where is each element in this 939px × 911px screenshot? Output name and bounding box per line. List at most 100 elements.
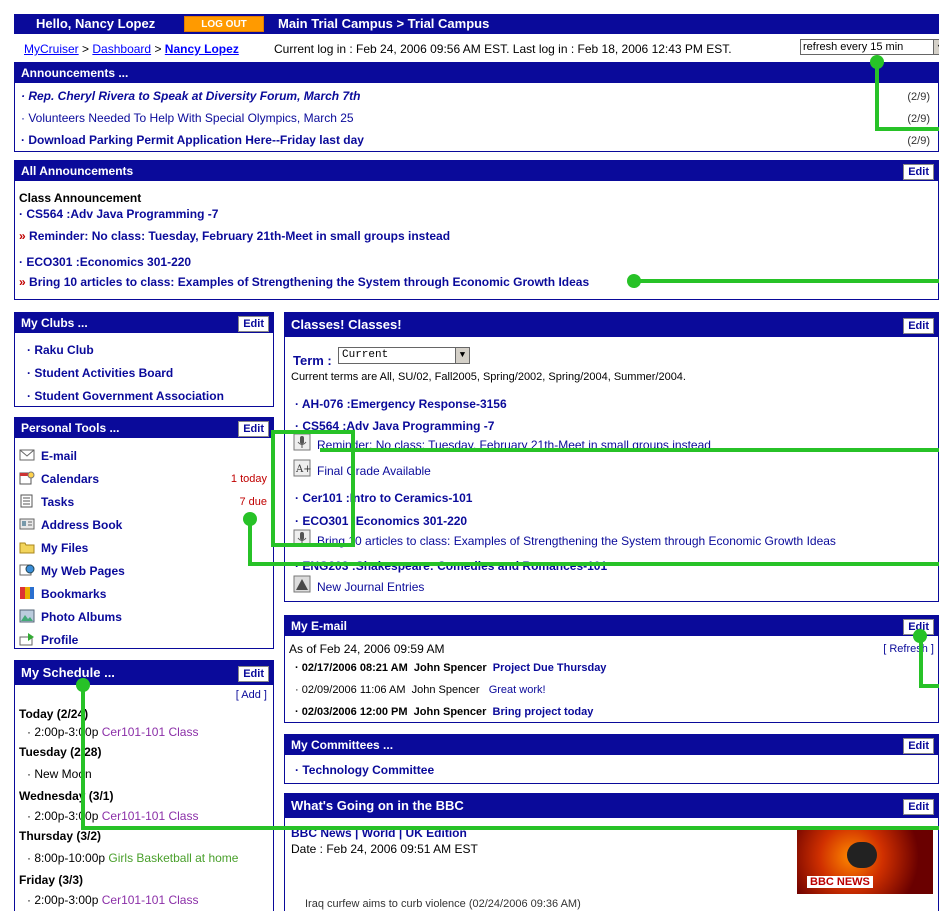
edit-button[interactable]: Edit [238, 421, 269, 437]
tool-label: Tasks [41, 495, 75, 509]
breadcrumb-dashboard[interactable]: Dashboard [92, 42, 151, 56]
class-link[interactable]: AH-076 :Emergency Response-3156 [302, 397, 507, 411]
announcement-class[interactable]: · ECO301 :Economics 301-220 [19, 255, 191, 269]
email-row[interactable]: · 02/09/2006 11:06 AM John Spencer Great… [295, 684, 546, 696]
chevron-right-icon: » [19, 229, 26, 243]
personal-tools-title: Personal Tools ... [21, 421, 120, 435]
schedule-event[interactable]: · 2:00p-3:00p Cer101-101 Class [27, 893, 198, 907]
tool-bookmarks[interactable]: Bookmarks [19, 586, 106, 601]
schedule-title: My Schedule ... [21, 665, 115, 680]
edit-button[interactable]: Edit [903, 738, 934, 754]
message-link[interactable]: Bring 10 articles to class: Examples of … [29, 275, 589, 289]
journal-link[interactable]: New Journal Entries [317, 580, 424, 594]
club-link[interactable]: Student Activities Board [34, 366, 173, 380]
chevron-down-icon[interactable]: ▼ [455, 348, 469, 363]
microphone-icon [293, 433, 311, 451]
clubs-panel: My Clubs ... Edit · Raku Club · Student A… [14, 312, 274, 407]
class-announcement[interactable]: Bring 10 articles to class: Examples of … [293, 529, 836, 548]
announcements-title: Announcements ... [21, 66, 129, 80]
club-item[interactable]: · Raku Club [27, 343, 94, 357]
grade-link[interactable]: Final Grade Available [317, 464, 431, 478]
club-item[interactable]: · Student Government Association [27, 389, 224, 403]
announcement-item[interactable]: · Download Parking Permit Application He… [21, 133, 364, 147]
photo-album-icon [19, 609, 35, 623]
breadcrumb-separator: > [154, 42, 162, 56]
final-grade[interactable]: A+ Final Grade Available [293, 459, 431, 478]
schedule-event[interactable]: · 2:00p-3:00p Cer101-101 Class [27, 725, 198, 739]
event-link[interactable]: Cer101-101 Class [102, 809, 199, 823]
announcement-link[interactable]: Volunteers Needed To Help With Special O… [28, 111, 353, 125]
committee-item[interactable]: · Technology Committee [295, 763, 434, 777]
class-link[interactable]: ECO301 :Economics 301-220 [302, 514, 467, 528]
edit-button[interactable]: Edit [903, 318, 934, 334]
announcement-item[interactable]: · Rep. Cheryl Rivera to Speak at Diversi… [21, 89, 360, 103]
event-time: 2:00p-3:00p [34, 893, 99, 907]
bbc-news-item[interactable]: Iraq curfew aims to curb violence (02/24… [305, 898, 581, 910]
profile-icon [19, 633, 34, 646]
announcement-message[interactable]: » Reminder: No class: Tuesday, February … [19, 229, 450, 243]
event-link[interactable]: Girls Basketball at home [108, 851, 238, 865]
tool-address-book[interactable]: Address Book [19, 517, 122, 532]
email-refresh-link[interactable]: [ Refresh ] [883, 643, 934, 655]
tool-web-pages[interactable]: My Web Pages [19, 563, 125, 578]
event-link[interactable]: Cer101-101 Class [102, 893, 199, 907]
email-subject[interactable]: Great work! [489, 684, 546, 696]
club-link[interactable]: Student Government Association [34, 389, 224, 403]
announcement-item[interactable]: · Volunteers Needed To Help With Special… [21, 111, 354, 125]
annotation-line [919, 684, 939, 688]
class-item[interactable]: · AH-076 :Emergency Response-3156 [295, 397, 507, 411]
tool-profile[interactable]: Profile [19, 632, 78, 647]
class-announcement-heading: Class Announcement [19, 191, 142, 205]
chevron-down-icon[interactable]: ▼ [933, 40, 939, 54]
announcement-class[interactable]: · CS564 :Adv Java Programming -7 [19, 207, 218, 221]
tool-calendars[interactable]: Calendars [19, 471, 99, 486]
event-time: 2:00p-3:00p [34, 725, 99, 739]
breadcrumb-mycruiser[interactable]: MyCruiser [24, 42, 79, 56]
clubs-title: My Clubs ... [21, 316, 88, 330]
email-row[interactable]: · 02/17/2006 08:21 AM John Spencer Proje… [295, 662, 606, 674]
edit-button[interactable]: Edit [238, 316, 269, 332]
term-select[interactable]: Current ▼ [338, 347, 470, 364]
breadcrumb-current[interactable]: Nancy Lopez [165, 42, 239, 56]
edit-button[interactable]: Edit [903, 164, 934, 180]
announcement-link[interactable]: Bring 10 articles to class: Examples of … [317, 534, 836, 548]
email-header: My E-mail Edit [285, 616, 938, 636]
class-link[interactable]: ECO301 :Economics 301-220 [26, 255, 191, 269]
event-link[interactable]: Cer101-101 Class [102, 725, 199, 739]
folder-icon [19, 542, 35, 554]
announcement-link[interactable]: Download Parking Permit Application Here… [28, 133, 364, 147]
edit-button[interactable]: Edit [238, 666, 269, 682]
class-item[interactable]: · ECO301 :Economics 301-220 [295, 514, 467, 528]
term-value: Current [342, 349, 389, 361]
email-subject[interactable]: Project Due Thursday [493, 662, 607, 674]
announcement-message[interactable]: » Bring 10 articles to class: Examples o… [19, 275, 589, 289]
class-item[interactable]: · Cer101 :Intro to Ceramics-101 [295, 491, 472, 505]
club-link[interactable]: Raku Club [34, 343, 93, 357]
tool-tasks[interactable]: Tasks [19, 494, 74, 509]
annotation-line [248, 562, 939, 566]
logout-button[interactable]: LOG OUT [184, 16, 264, 32]
schedule-event[interactable]: · 8:00p-10:00p Girls Basketball at home [27, 851, 238, 865]
class-link[interactable]: Cer101 :Intro to Ceramics-101 [302, 491, 472, 505]
committees-header: My Committees ... Edit [285, 735, 938, 755]
journal-entries[interactable]: New Journal Entries [293, 575, 424, 594]
annotation-line [81, 684, 85, 829]
committee-link[interactable]: Technology Committee [302, 763, 434, 777]
tool-photo-albums[interactable]: Photo Albums [19, 609, 122, 624]
email-from: John Spencer [413, 662, 487, 674]
announcement-link[interactable]: Rep. Cheryl Rivera to Speak at Diversity… [28, 89, 360, 103]
message-link[interactable]: Reminder: No class: Tuesday, February 21… [29, 229, 450, 243]
email-subject[interactable]: Bring project today [493, 706, 594, 718]
tool-email[interactable]: E-mail [19, 448, 77, 463]
club-item[interactable]: · Student Activities Board [27, 366, 173, 380]
schedule-event[interactable]: · 2:00p-3:00p Cer101-101 Class [27, 809, 198, 823]
tool-my-files[interactable]: My Files [19, 540, 88, 555]
add-event-link[interactable]: [ Add ] [236, 689, 267, 701]
class-link[interactable]: CS564 :Adv Java Programming -7 [26, 207, 218, 221]
annotation-box-edge [271, 430, 355, 434]
refresh-select[interactable]: refresh every 15 min ▼ [800, 39, 939, 55]
edit-button[interactable]: Edit [903, 799, 934, 815]
email-date: 02/09/2006 11:06 AM [301, 684, 406, 696]
annotation-dot [627, 274, 641, 288]
email-row[interactable]: · 02/03/2006 12:00 PM John Spencer Bring… [295, 706, 593, 718]
